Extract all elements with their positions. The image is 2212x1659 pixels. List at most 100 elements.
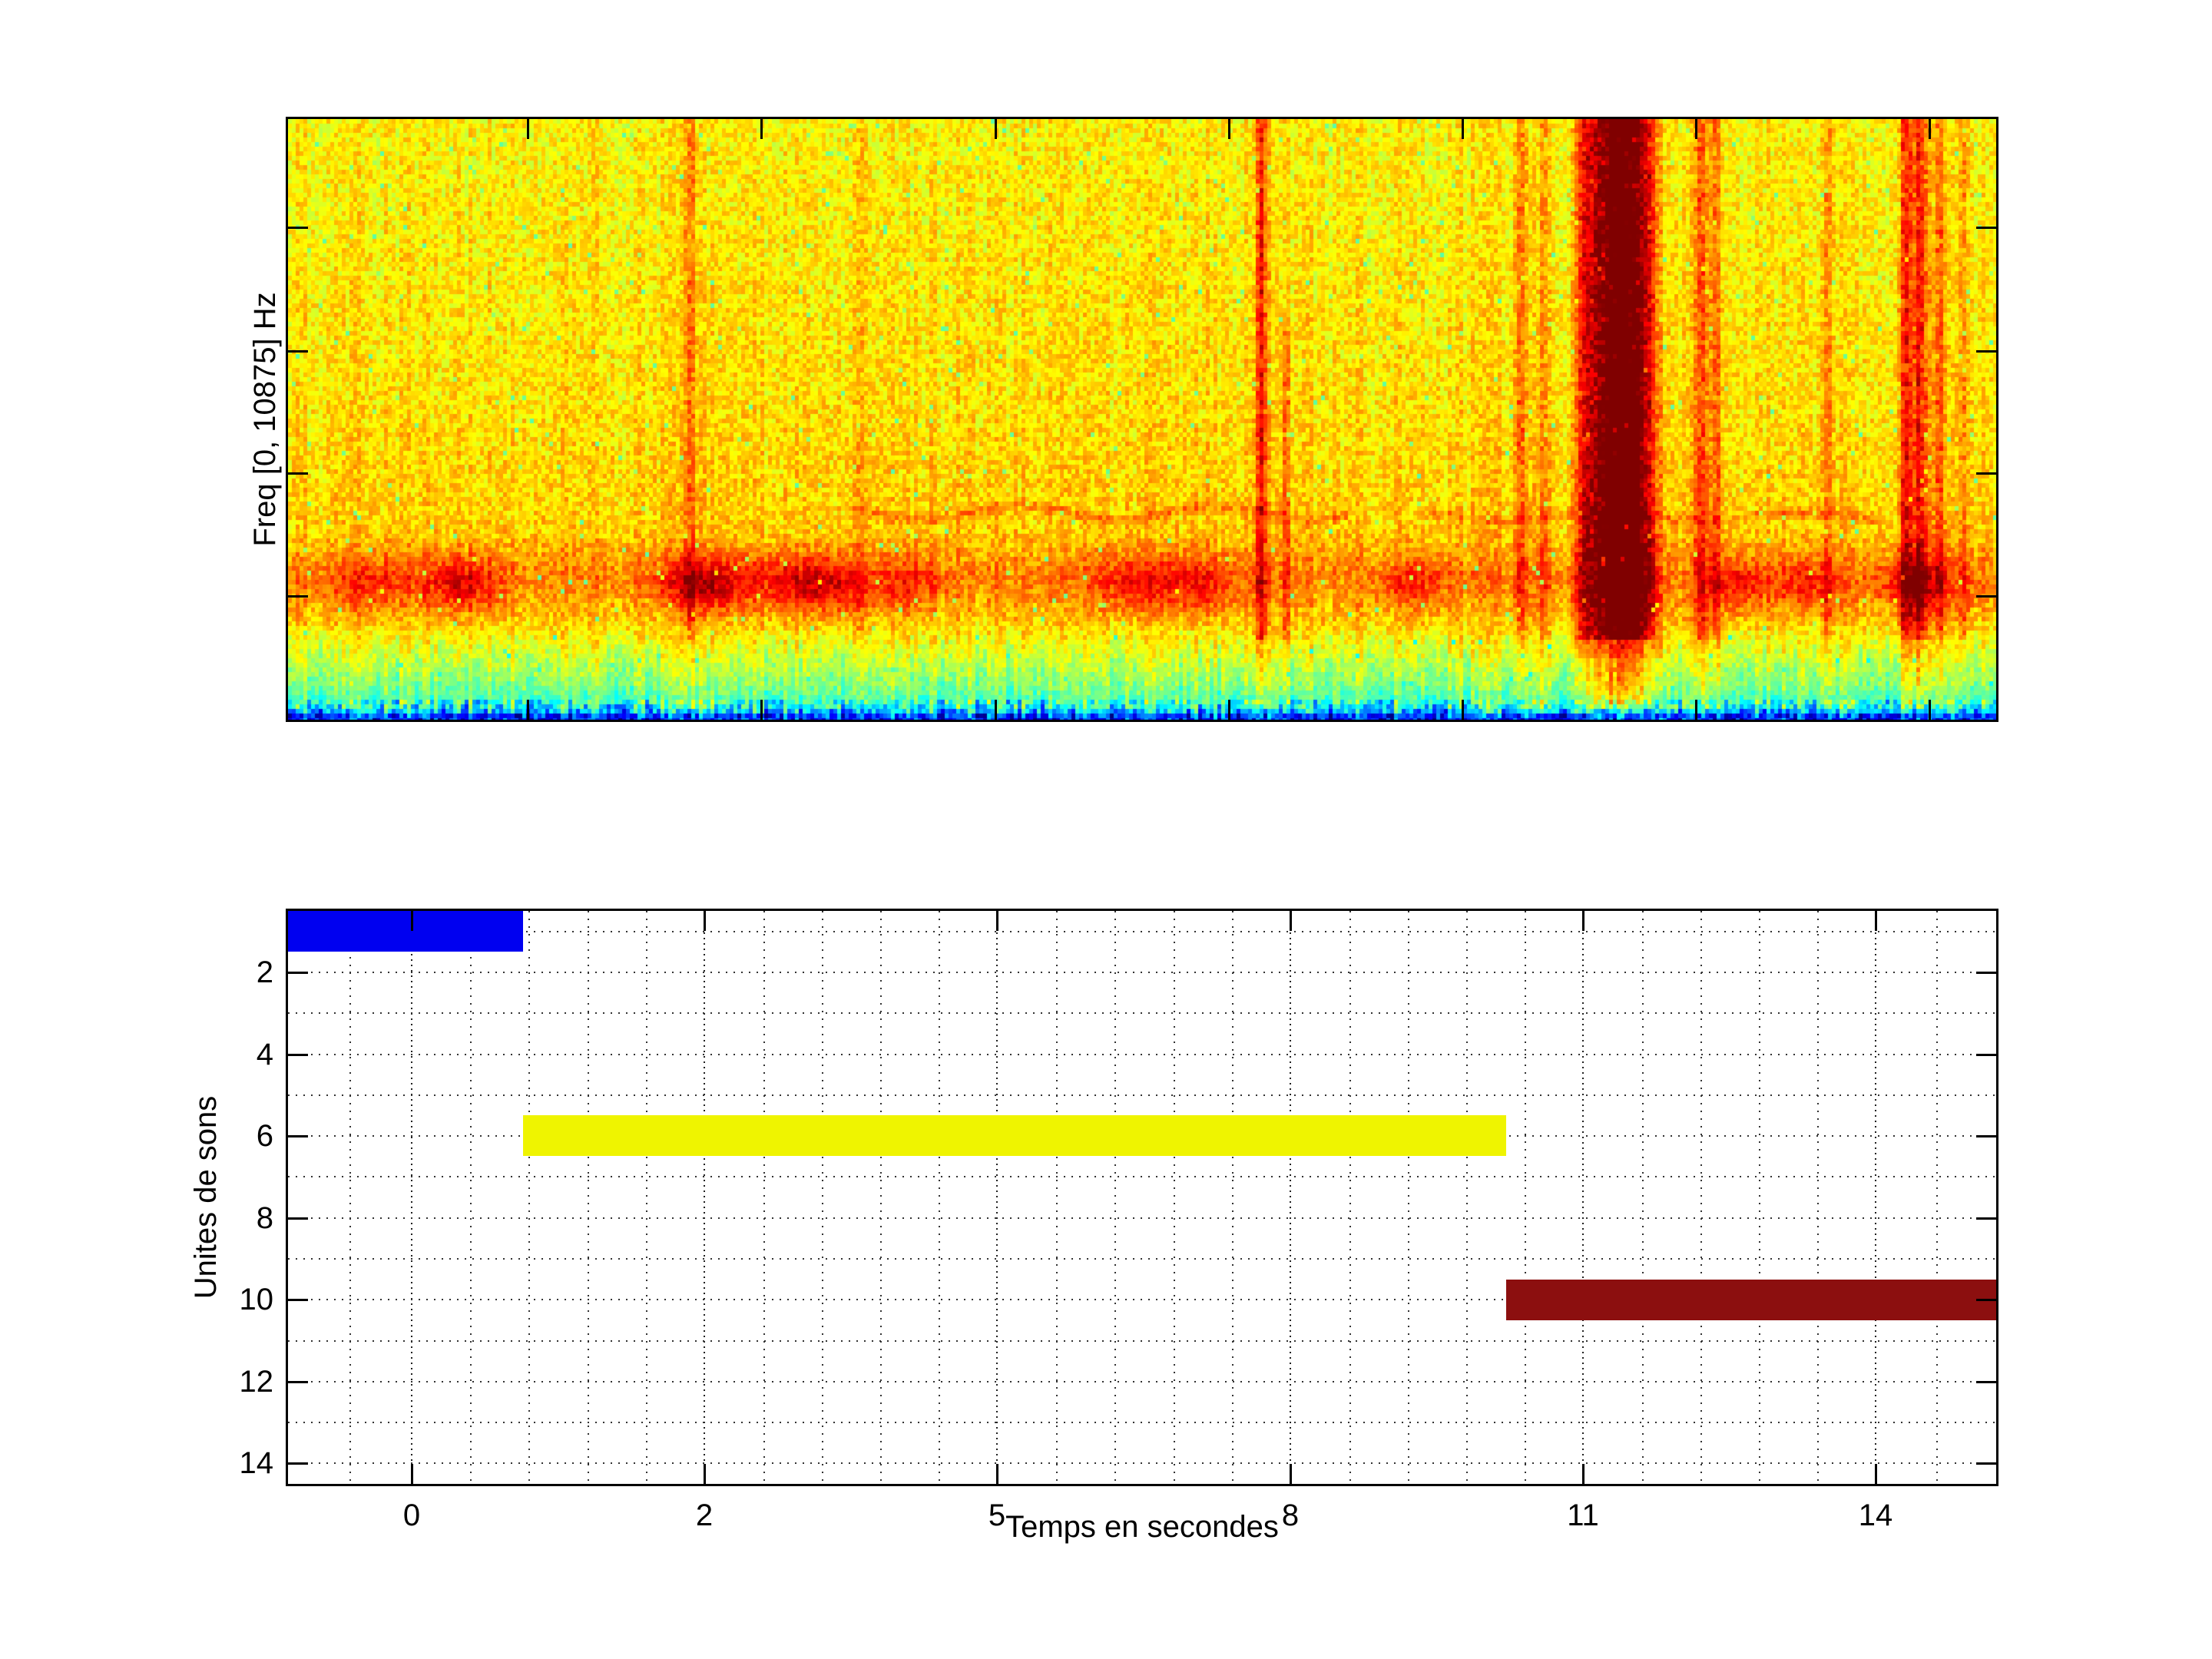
- timeline-minor-gridline: [528, 911, 530, 1484]
- spectrogram-x-tick: [1228, 700, 1230, 720]
- timeline-y-tick-label: 6: [257, 1121, 273, 1151]
- timeline-ylabel: Unites de sons: [190, 1096, 221, 1300]
- timeline-minor-gridline: [1700, 911, 1702, 1484]
- timeline-minor-gridline: [1525, 911, 1526, 1484]
- spectrogram-x-tick: [1695, 700, 1697, 720]
- timeline-y-tick: [1976, 1135, 1996, 1137]
- timeline-minor-gridline: [822, 911, 823, 1484]
- spectrogram-y-tick: [288, 595, 308, 598]
- timeline-minor-gridline: [1174, 911, 1175, 1484]
- spectrogram-ylabel: Freq [0, 10875] Hz: [250, 292, 280, 546]
- timeline-minor-gridline: [588, 911, 589, 1484]
- timeline-x-tick: [1290, 911, 1292, 931]
- timeline-y-tick: [1976, 1462, 1996, 1465]
- timeline-axes: [286, 909, 1998, 1486]
- spectrogram-y-tick: [1976, 350, 1996, 353]
- spectrogram-x-tick: [1228, 119, 1230, 139]
- timeline-h-gridline: [288, 972, 1996, 973]
- timeline-h-gridline: [288, 1340, 1996, 1342]
- timeline-y-tick-label: 4: [257, 1039, 273, 1070]
- timeline-h-gridline: [288, 1422, 1996, 1423]
- timeline-segment-unit-6: [523, 1115, 1506, 1156]
- timeline-x-tick-label: 0: [403, 1500, 420, 1531]
- spectrogram-plot-area: [288, 119, 1996, 720]
- spectrogram-x-tick: [1929, 119, 1931, 139]
- timeline-h-gridline: [288, 1054, 1996, 1055]
- timeline-minor-gridline: [1936, 911, 1938, 1484]
- spectrogram-x-tick: [995, 700, 997, 720]
- timeline-x-tick: [411, 1464, 413, 1484]
- timeline-major-gridline: [1875, 911, 1876, 1484]
- spectrogram-y-tick: [1976, 595, 1996, 598]
- timeline-x-tick: [996, 1464, 998, 1484]
- timeline-h-gridline: [288, 1258, 1996, 1260]
- timeline-segment-unit-1: [288, 911, 523, 952]
- spectrogram-x-tick: [1462, 700, 1464, 720]
- timeline-x-tick: [1875, 1464, 1877, 1484]
- timeline-h-gridline: [288, 931, 1996, 932]
- timeline-minor-gridline: [1408, 911, 1409, 1484]
- timeline-minor-gridline: [1349, 911, 1351, 1484]
- timeline-x-tick: [1582, 1464, 1584, 1484]
- timeline-segment-unit-10: [1506, 1280, 1996, 1320]
- timeline-y-tick-label: 10: [240, 1284, 274, 1315]
- spectrogram-y-tick: [1976, 472, 1996, 475]
- spectrogram-y-tick: [288, 227, 308, 229]
- timeline-h-gridline: [288, 1176, 1996, 1177]
- timeline-minor-gridline: [763, 911, 765, 1484]
- timeline-x-tick-label: 5: [988, 1500, 1005, 1531]
- timeline-minor-gridline: [1642, 911, 1644, 1484]
- timeline-y-tick: [1976, 972, 1996, 974]
- timeline-y-tick-label: 2: [257, 957, 273, 988]
- timeline-minor-gridline: [939, 911, 940, 1484]
- timeline-h-gridline: [288, 1012, 1996, 1014]
- timeline-x-tick: [996, 911, 998, 931]
- timeline-minor-gridline: [1232, 911, 1233, 1484]
- timeline-major-gridline: [1582, 911, 1584, 1484]
- timeline-x-tick: [1582, 911, 1584, 931]
- timeline-minor-gridline: [1056, 911, 1058, 1484]
- spectrogram-x-tick: [760, 119, 763, 139]
- timeline-y-tick: [1976, 1381, 1996, 1383]
- timeline-h-gridline: [288, 1094, 1996, 1096]
- spectrogram-x-tick: [995, 119, 997, 139]
- timeline-x-tick: [411, 911, 413, 931]
- spectrogram-axes: [286, 117, 1998, 722]
- timeline-x-tick: [704, 911, 706, 931]
- timeline-x-tick-label: 8: [1282, 1500, 1299, 1531]
- timeline-y-tick: [288, 1381, 308, 1383]
- timeline-y-tick: [1976, 1054, 1996, 1056]
- timeline-minor-gridline: [1817, 911, 1819, 1484]
- timeline-h-gridline: [288, 1462, 1996, 1464]
- timeline-x-tick-label: 2: [696, 1500, 713, 1531]
- figure: Freq [0, 10875] Hz Unites de sons Temps …: [0, 0, 2212, 1659]
- spectrogram-y-tick: [288, 350, 308, 353]
- timeline-y-tick: [288, 1217, 308, 1220]
- timeline-x-tick: [1290, 1464, 1292, 1484]
- timeline-x-tick: [1875, 911, 1877, 931]
- timeline-xlabel: Temps en secondes: [1005, 1512, 1279, 1542]
- timeline-y-tick: [1976, 1299, 1996, 1301]
- timeline-minor-gridline: [1114, 911, 1116, 1484]
- timeline-y-tick: [288, 1462, 308, 1465]
- timeline-major-gridline: [704, 911, 705, 1484]
- timeline-y-tick-label: 8: [257, 1203, 273, 1233]
- timeline-y-tick: [288, 972, 308, 974]
- timeline-plot-area: [288, 911, 1996, 1484]
- timeline-y-tick: [1976, 1217, 1996, 1220]
- spectrogram-y-tick: [1976, 227, 1996, 229]
- timeline-minor-gridline: [1466, 911, 1468, 1484]
- timeline-y-tick: [288, 1135, 308, 1137]
- timeline-h-gridline: [288, 1217, 1996, 1219]
- timeline-h-gridline: [288, 1381, 1996, 1382]
- timeline-minor-gridline: [646, 911, 647, 1484]
- timeline-minor-gridline: [880, 911, 882, 1484]
- timeline-minor-gridline: [1759, 911, 1760, 1484]
- spectrogram-x-tick: [527, 700, 529, 720]
- timeline-y-tick: [288, 1299, 308, 1301]
- timeline-x-tick-label: 14: [1859, 1500, 1893, 1531]
- timeline-y-tick: [288, 1054, 308, 1056]
- timeline-major-gridline: [1290, 911, 1291, 1484]
- spectrogram-canvas: [288, 119, 1996, 720]
- timeline-y-tick-label: 14: [240, 1448, 274, 1479]
